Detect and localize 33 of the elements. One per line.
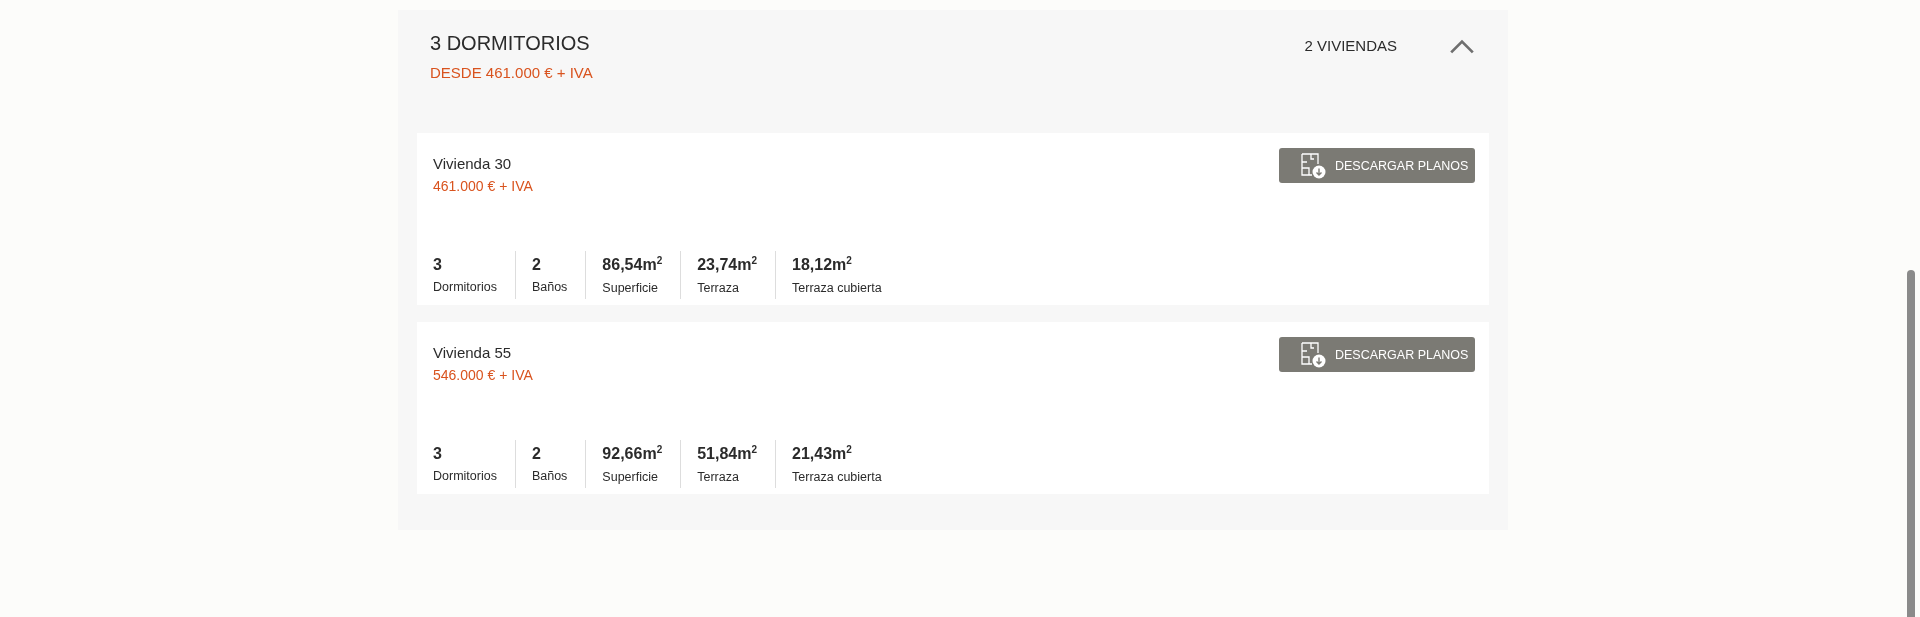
floor-plan-download-icon	[1301, 152, 1327, 179]
stat-value: 2	[531, 256, 542, 274]
group-price: DESDE 461.000 € + IVA	[430, 64, 594, 81]
stat-value: 51,84m$^{2}$	[697, 444, 757, 464]
unit-price: 461.000 € + IVA	[433, 178, 533, 194]
stat-label: Baños	[531, 280, 568, 294]
chevron-icon[interactable]	[1447, 38, 1477, 56]
stat-label: Terraza	[697, 469, 740, 484]
stat-label: Terraza cubierta	[792, 469, 882, 484]
stat-value: 3	[433, 256, 443, 274]
unit-price: 546.000 € + IVA	[433, 367, 533, 383]
stat-value: 18,12m$^{2}$	[792, 255, 853, 275]
unit-count: 2 VIVIENDAS	[1304, 37, 1397, 54]
unit-name: Vivienda 30	[433, 155, 513, 172]
unit-name: Vivienda 55	[433, 344, 513, 361]
group-title: 3 DORMITORIOS	[430, 32, 591, 55]
floor-plan-download-icon	[1301, 341, 1327, 368]
scrollbar[interactable]	[1907, 270, 1915, 617]
stat-label: Terraza	[697, 280, 740, 295]
download-plans-button[interactable]: DESCARGAR PLANOS	[1279, 337, 1475, 372]
stat-label: Baños	[531, 469, 568, 483]
stat-label: Dormitorios	[433, 469, 497, 483]
stat-value: 86,54m$^{2}$	[602, 255, 663, 275]
stat-label: Dormitorios	[433, 280, 497, 294]
stat-value: 21,43m$^{2}$	[792, 444, 853, 464]
download-plans-button[interactable]: DESCARGAR PLANOS	[1279, 148, 1475, 183]
stat-value: 23,74m$^{2}$	[697, 255, 757, 275]
stat-label: Superficie	[602, 280, 659, 295]
stat-value: 2	[531, 445, 542, 463]
stat-label: Superficie	[602, 469, 659, 484]
stat-value: 92,66m$^{2}$	[602, 444, 663, 464]
stat-value: 3	[433, 445, 443, 463]
stat-label: Terraza cubierta	[792, 280, 882, 295]
